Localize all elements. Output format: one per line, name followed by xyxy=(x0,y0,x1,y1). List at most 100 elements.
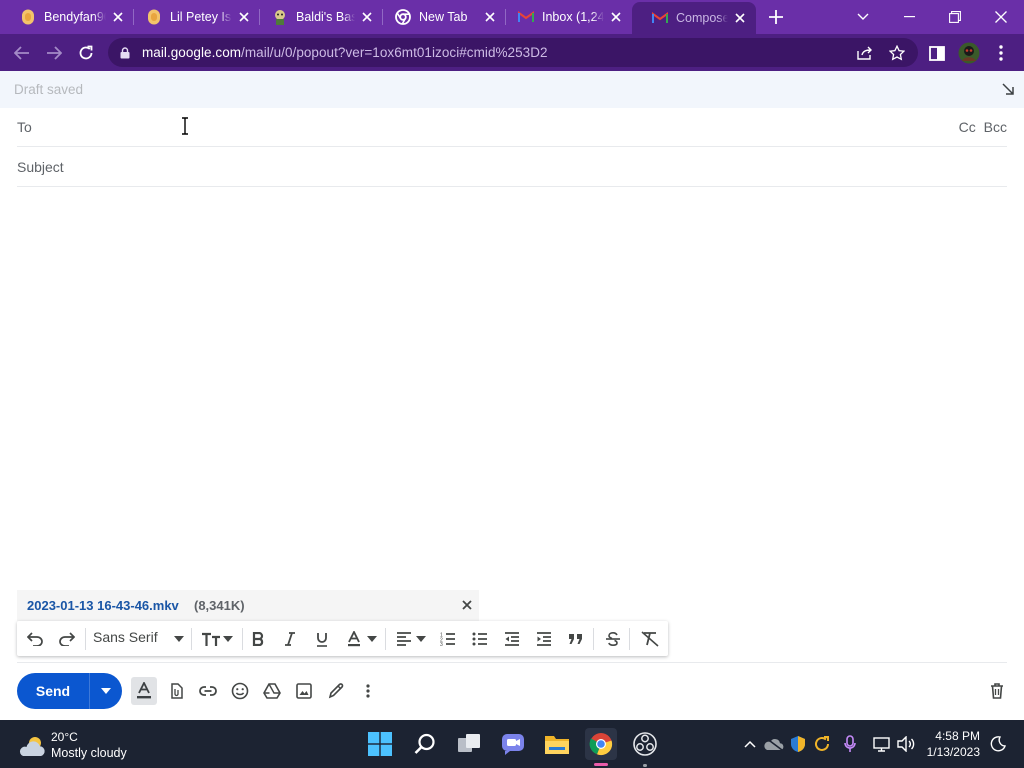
redo-icon[interactable] xyxy=(55,627,79,651)
to-label[interactable]: To xyxy=(17,119,32,135)
volume-icon[interactable] xyxy=(896,734,916,754)
close-tab-icon[interactable] xyxy=(608,9,624,25)
italic-icon[interactable] xyxy=(278,627,302,651)
side-panel-icon[interactable] xyxy=(926,42,948,64)
indent-less-icon[interactable] xyxy=(500,627,524,651)
show-hidden-icons-icon[interactable] xyxy=(740,734,760,754)
underline-icon[interactable] xyxy=(310,627,334,651)
insert-signature-icon[interactable] xyxy=(325,680,347,702)
svg-text:3: 3 xyxy=(440,642,443,646)
gmail-icon xyxy=(518,9,534,25)
formatting-toolbar: Sans Serif 123 xyxy=(17,621,668,656)
numbered-list-icon[interactable]: 123 xyxy=(436,627,460,651)
security-shield-icon[interactable] xyxy=(788,734,808,754)
search-icon[interactable] xyxy=(409,728,441,760)
google-drive-icon[interactable] xyxy=(261,680,283,702)
obs-icon[interactable] xyxy=(629,728,661,760)
reload-button[interactable] xyxy=(75,42,97,64)
more-options-icon[interactable] xyxy=(357,680,379,702)
cc-bcc-links: Cc Bcc xyxy=(955,119,1007,135)
close-window-button[interactable] xyxy=(978,0,1024,34)
send-options-button[interactable] xyxy=(92,673,120,709)
baldi-icon xyxy=(272,9,288,25)
cc-link[interactable]: Cc xyxy=(959,119,976,135)
align-dropdown-icon[interactable] xyxy=(409,627,433,651)
close-tab-icon[interactable] xyxy=(236,9,252,25)
restore-button[interactable] xyxy=(932,0,978,34)
exit-fullscreen-icon[interactable] xyxy=(1002,82,1014,100)
clock-time[interactable]: 4:58 PM xyxy=(935,729,980,743)
active-app-indicator xyxy=(594,763,608,766)
new-tab-button[interactable] xyxy=(766,7,786,27)
browser-toolbar: mail.google.com/mail/u/0/popout?ver=1ox6… xyxy=(0,34,1024,71)
network-icon[interactable] xyxy=(872,734,892,754)
formatting-options-icon[interactable] xyxy=(131,677,157,705)
weather-cloud-icon[interactable] xyxy=(16,730,48,762)
bcc-link[interactable]: Bcc xyxy=(984,119,1007,135)
tab-lil-petey[interactable]: Lil Petey Is Here xyxy=(126,0,260,34)
task-view-icon[interactable] xyxy=(453,728,485,760)
remove-attachment-icon[interactable] xyxy=(461,599,473,611)
bookmark-star-icon[interactable] xyxy=(888,44,906,62)
forward-button[interactable] xyxy=(43,42,65,64)
microphone-icon[interactable] xyxy=(840,734,860,754)
bold-icon[interactable] xyxy=(246,627,270,651)
minimize-button[interactable] xyxy=(886,0,932,34)
windows-start-icon[interactable] xyxy=(364,728,396,760)
weather-temperature[interactable]: 20°C xyxy=(51,730,78,744)
file-explorer-icon[interactable] xyxy=(541,728,573,760)
more-menu-icon[interactable] xyxy=(990,42,1012,64)
profile-avatar[interactable] xyxy=(958,42,980,64)
font-size-dropdown-icon[interactable] xyxy=(216,627,240,651)
text-color-dropdown-icon[interactable] xyxy=(360,627,384,651)
sync-icon[interactable] xyxy=(812,734,832,754)
font-family-select[interactable]: Sans Serif xyxy=(93,629,158,645)
strikethrough-icon[interactable] xyxy=(601,627,625,651)
weather-condition[interactable]: Mostly cloudy xyxy=(51,746,127,760)
compose-header: Draft saved xyxy=(0,71,1024,108)
share-icon[interactable] xyxy=(856,44,874,62)
close-tab-icon[interactable] xyxy=(359,9,375,25)
attachment-chip[interactable]: 2023-01-13 16-43-46.mkv (8,341K) xyxy=(17,590,479,621)
chrome-icon[interactable] xyxy=(585,728,617,760)
tab-search-chevron-icon[interactable] xyxy=(840,0,886,34)
close-tab-icon[interactable] xyxy=(110,9,126,25)
url-text: mail.google.com/mail/u/0/popout?ver=1ox6… xyxy=(142,45,548,60)
chat-icon[interactable] xyxy=(497,728,529,760)
insert-emoji-icon[interactable] xyxy=(229,680,251,702)
subject-input[interactable] xyxy=(17,155,997,179)
quote-icon[interactable] xyxy=(564,627,588,651)
tab-compose-mail[interactable]: Compose Mail xyxy=(632,2,756,34)
discard-draft-icon[interactable] xyxy=(986,680,1008,702)
onedrive-icon[interactable] xyxy=(764,734,784,754)
to-field-row: To Cc Bcc xyxy=(17,107,1007,147)
focus-assist-moon-icon[interactable] xyxy=(988,734,1008,754)
tab-bendyfan[interactable]: Bendyfan9000 xyxy=(0,0,134,34)
remove-formatting-icon[interactable] xyxy=(638,627,662,651)
lock-icon[interactable] xyxy=(120,46,130,64)
address-bar[interactable]: mail.google.com/mail/u/0/popout?ver=1ox6… xyxy=(108,38,918,67)
attach-files-icon[interactable] xyxy=(165,680,187,702)
insert-photo-icon[interactable] xyxy=(293,680,315,702)
undo-icon[interactable] xyxy=(23,627,47,651)
message-body[interactable] xyxy=(17,188,1007,583)
bulleted-list-icon[interactable] xyxy=(468,627,492,651)
back-button[interactable] xyxy=(11,42,33,64)
indent-more-icon[interactable] xyxy=(532,627,556,651)
send-button[interactable]: Send xyxy=(17,673,89,709)
font-dropdown-icon[interactable] xyxy=(167,627,191,651)
tab-new-tab[interactable]: New Tab xyxy=(375,0,506,34)
insert-link-icon[interactable] xyxy=(197,680,219,702)
attachment-size: (8,341K) xyxy=(194,598,245,613)
generic-site-icon xyxy=(20,9,36,25)
clock-date[interactable]: 1/13/2023 xyxy=(927,745,980,759)
close-tab-icon[interactable] xyxy=(482,9,498,25)
tab-inbox[interactable]: Inbox (1,243) xyxy=(498,0,632,34)
close-tab-icon[interactable] xyxy=(732,10,748,26)
taskbar: 20°C Mostly cloudy 4:58 PM 1/13/2023 xyxy=(0,720,1024,768)
send-button-group: Send xyxy=(17,673,122,709)
tab-baldis-basics[interactable]: Baldi's Basics xyxy=(252,0,383,34)
gmail-icon xyxy=(652,10,668,26)
chevron-down-icon xyxy=(101,688,111,694)
attachment-filename[interactable]: 2023-01-13 16-43-46.mkv xyxy=(27,598,179,613)
